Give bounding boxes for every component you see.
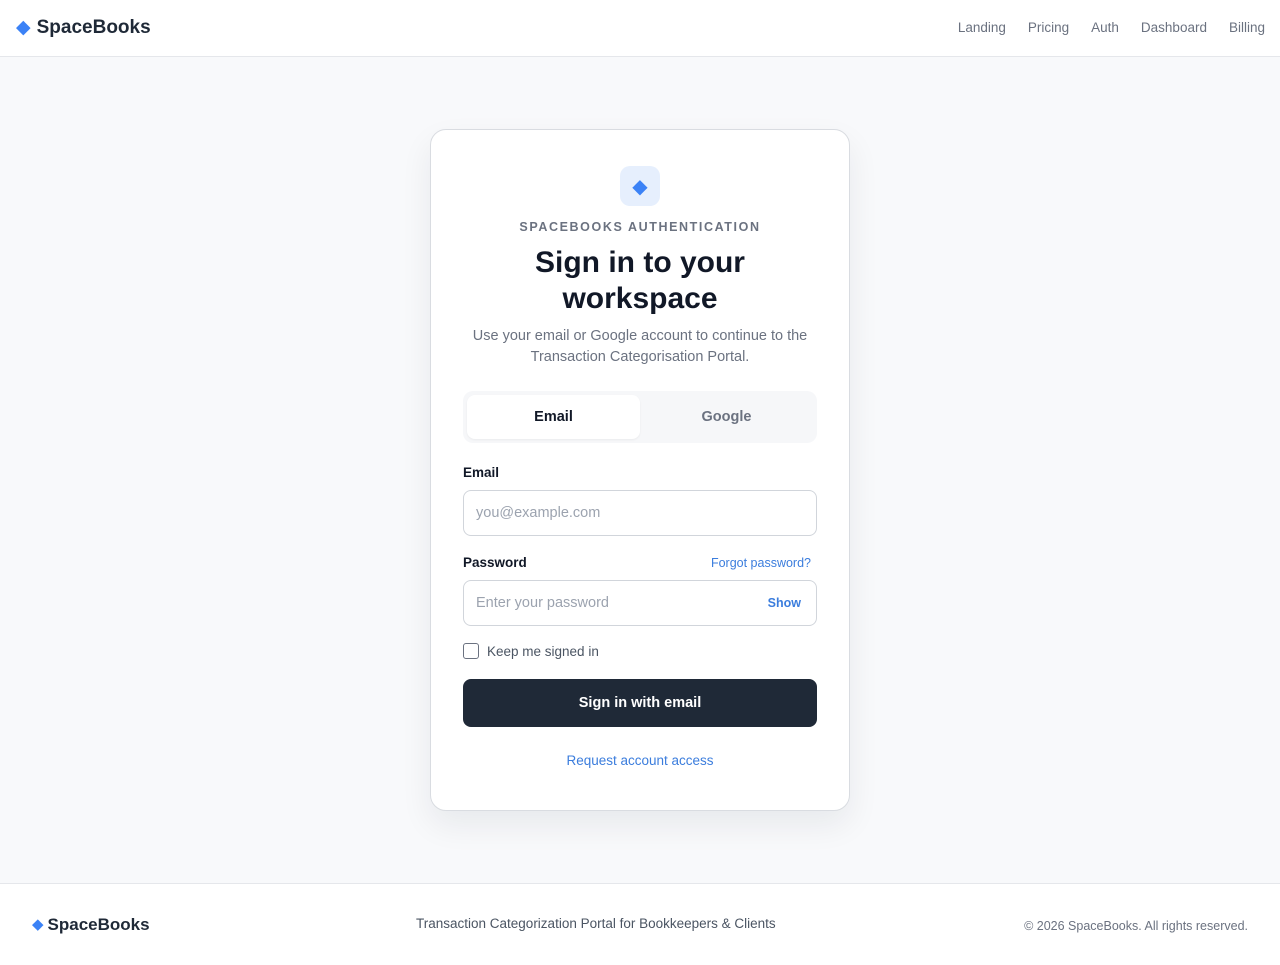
brand-name: SpaceBooks: [36, 17, 151, 38]
request-access-link[interactable]: Request account access: [431, 753, 849, 768]
nav-link-pricing[interactable]: Pricing: [1028, 19, 1069, 36]
tab-email[interactable]: Email: [467, 395, 640, 439]
password-label: Password: [463, 555, 527, 570]
diamond-icon: ◆: [32, 916, 44, 933]
main-nav: Landing Pricing Auth Dashboard Billing: [936, 19, 1265, 36]
sign-in-button[interactable]: Sign in with email: [463, 679, 817, 727]
brand-logo[interactable]: ◆ SpaceBooks: [16, 16, 151, 40]
footer-copyright: © 2026 SpaceBooks. All rights reserved.: [1024, 919, 1248, 933]
top-navbar: ◆ SpaceBooks Landing Pricing Auth Dashbo…: [0, 0, 1280, 57]
email-field[interactable]: [476, 491, 756, 535]
forgot-password-link[interactable]: Forgot password?: [711, 556, 811, 570]
nav-link-billing[interactable]: Billing: [1229, 19, 1265, 36]
sign-in-method-tabs: Email Google: [463, 391, 817, 443]
footer-tagline: Transaction Categorization Portal for Bo…: [416, 916, 776, 931]
password-field-container: Show: [463, 580, 817, 626]
nav-link-dashboard[interactable]: Dashboard: [1141, 19, 1207, 36]
tab-google[interactable]: Google: [640, 395, 813, 439]
email-field-container: [463, 490, 817, 536]
sign-in-card: ◆ SPACEBOOKS AUTHENTICATION Sign in to y…: [430, 129, 850, 811]
footer-brand[interactable]: ◆ SpaceBooks: [32, 915, 150, 935]
remember-me-checkbox[interactable]: [463, 643, 479, 659]
remember-me-row: Keep me signed in: [463, 643, 599, 659]
password-field[interactable]: [476, 581, 756, 625]
footer-brand-name: SpaceBooks: [47, 915, 150, 934]
card-eyebrow: SPACEBOOKS AUTHENTICATION: [519, 220, 761, 234]
nav-link-landing[interactable]: Landing: [958, 19, 1006, 36]
nav-link-auth[interactable]: Auth: [1091, 19, 1119, 36]
remember-me-label[interactable]: Keep me signed in: [487, 644, 599, 659]
page-subtitle: Use your email or Google account to cont…: [472, 328, 808, 365]
page-title: Sign in to your workspace: [535, 246, 745, 315]
diamond-icon: ◆: [16, 17, 31, 38]
diamond-icon: ◆: [620, 166, 660, 206]
site-footer: ◆ SpaceBooks Transaction Categorization …: [0, 883, 1280, 965]
email-label: Email: [463, 465, 500, 480]
show-password-button[interactable]: Show: [768, 595, 801, 611]
